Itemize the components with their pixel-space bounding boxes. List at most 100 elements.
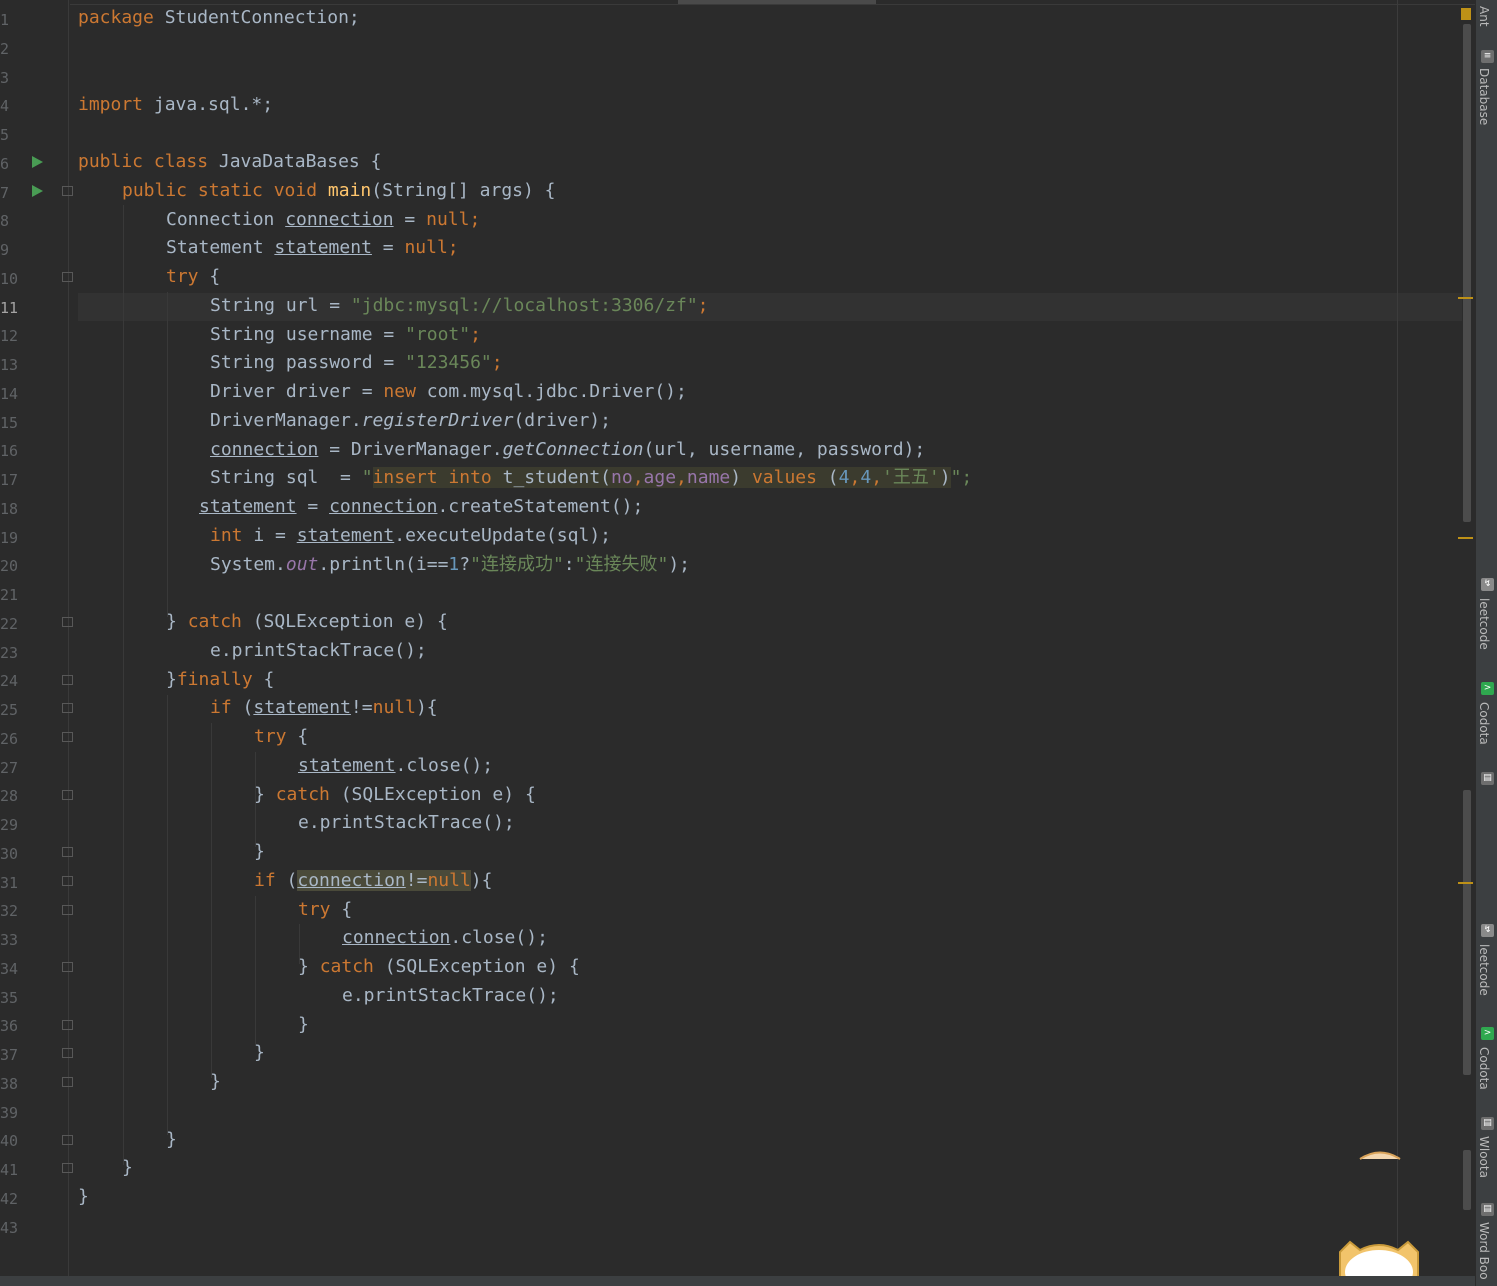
line-number[interactable]: 28 <box>0 786 20 806</box>
code-line[interactable]: DriverManager.registerDriver(driver); <box>210 407 611 435</box>
fold-marker-icon[interactable] <box>62 1077 73 1087</box>
code-line[interactable]: connection.close(); <box>342 924 548 952</box>
fold-marker-icon[interactable] <box>62 876 73 886</box>
code-line[interactable]: if (statement!=null){ <box>210 694 438 722</box>
line-number[interactable]: 10 <box>0 269 20 289</box>
code-line[interactable]: } <box>254 838 265 866</box>
code-line[interactable]: System.out.println(i==1?"连接成功":"连接失败"); <box>210 551 690 579</box>
code-line[interactable]: } <box>122 1154 133 1182</box>
tool-window-wloota[interactable]: Wloota <box>1477 1136 1491 1178</box>
code-line[interactable]: }finally { <box>166 666 274 694</box>
line-number[interactable]: 21 <box>0 585 20 605</box>
code-line[interactable]: statement.close(); <box>298 752 493 780</box>
line-number[interactable]: 2 <box>0 39 20 59</box>
code-line[interactable]: Connection connection = null; <box>166 206 480 234</box>
fold-marker-icon[interactable] <box>62 847 73 857</box>
leetcode-icon[interactable]: ↯ <box>1481 578 1494 591</box>
vertical-scrollbar-thumb[interactable] <box>1463 24 1471 522</box>
line-number[interactable]: 32 <box>0 901 20 921</box>
line-number[interactable]: 30 <box>0 844 20 864</box>
fold-marker-icon[interactable] <box>62 905 73 915</box>
tool-window-word-book[interactable]: Word Boo <box>1477 1222 1491 1280</box>
line-number[interactable]: 41 <box>0 1160 20 1180</box>
line-number[interactable]: 16 <box>0 441 20 461</box>
line-number[interactable]: 11 <box>0 298 20 318</box>
fold-marker-icon[interactable] <box>62 962 73 972</box>
codota-icon[interactable]: > <box>1481 682 1494 695</box>
code-line[interactable]: } catch (SQLException e) { <box>166 608 448 636</box>
code-line[interactable]: } <box>298 1011 309 1039</box>
line-number[interactable]: 7 <box>0 183 20 203</box>
line-number[interactable]: 19 <box>0 528 20 548</box>
line-number[interactable]: 17 <box>0 470 20 490</box>
code-line[interactable]: try { <box>166 263 220 291</box>
run-gutter-icon[interactable] <box>32 185 43 197</box>
code-line[interactable]: statement = connection.createStatement()… <box>199 493 643 521</box>
tool-window-leetcode[interactable]: leetcode <box>1477 598 1491 650</box>
line-number[interactable]: 35 <box>0 988 20 1008</box>
book-icon[interactable]: ▤ <box>1481 772 1494 785</box>
line-number[interactable]: 39 <box>0 1103 20 1123</box>
line-number[interactable]: 9 <box>0 240 20 260</box>
code-line[interactable]: package StudentConnection; <box>78 4 360 32</box>
fold-marker-icon[interactable] <box>62 617 73 627</box>
tool-window-ant[interactable]: Ant <box>1477 6 1491 27</box>
code-line[interactable]: public static void main(String[] args) { <box>122 177 556 205</box>
fold-marker-icon[interactable] <box>62 272 73 282</box>
code-line[interactable]: String password = "123456"; <box>210 349 503 377</box>
line-number[interactable]: 6 <box>0 154 20 174</box>
warning-stripe-marker[interactable] <box>1458 537 1473 539</box>
fold-marker-icon[interactable] <box>62 1135 73 1145</box>
leetcode-icon[interactable]: ↯ <box>1481 924 1494 937</box>
fold-marker-icon[interactable] <box>62 1048 73 1058</box>
code-line[interactable]: } catch (SQLException e) { <box>298 953 580 981</box>
book-icon[interactable]: ▤ <box>1481 1203 1494 1216</box>
line-number[interactable]: 42 <box>0 1189 20 1209</box>
fold-marker-icon[interactable] <box>62 186 73 196</box>
code-line[interactable]: import java.sql.*; <box>78 91 273 119</box>
code-line[interactable]: e.printStackTrace(); <box>298 809 515 837</box>
vertical-scrollbar-thumb[interactable] <box>1463 790 1471 1075</box>
line-number[interactable]: 40 <box>0 1131 20 1151</box>
code-line[interactable]: } catch (SQLException e) { <box>254 781 536 809</box>
codota-icon[interactable]: > <box>1481 1027 1494 1040</box>
code-line[interactable]: connection = DriverManager.getConnection… <box>210 436 925 464</box>
line-number[interactable]: 18 <box>0 499 20 519</box>
line-number[interactable]: 1 <box>0 10 20 30</box>
line-number[interactable]: 38 <box>0 1074 20 1094</box>
code-line[interactable]: String url = "jdbc:mysql://localhost:330… <box>210 292 709 320</box>
fold-marker-icon[interactable] <box>62 1020 73 1030</box>
line-number[interactable]: 34 <box>0 959 20 979</box>
code-line[interactable]: public class JavaDataBases { <box>78 148 381 176</box>
line-number[interactable]: 37 <box>0 1045 20 1065</box>
line-number[interactable]: 4 <box>0 96 20 116</box>
line-number[interactable]: 25 <box>0 700 20 720</box>
code-line[interactable]: } <box>166 1126 177 1154</box>
code-line[interactable]: String username = "root"; <box>210 321 481 349</box>
code-line[interactable]: try { <box>298 896 352 924</box>
code-line[interactable]: try { <box>254 723 308 751</box>
line-number[interactable]: 23 <box>0 643 20 663</box>
fold-marker-icon[interactable] <box>62 1163 73 1173</box>
code-line[interactable]: } <box>210 1068 221 1096</box>
line-number[interactable]: 33 <box>0 930 20 950</box>
line-number[interactable]: 8 <box>0 211 20 231</box>
line-number[interactable]: 29 <box>0 815 20 835</box>
line-number[interactable]: 24 <box>0 671 20 691</box>
line-number[interactable]: 5 <box>0 125 20 145</box>
line-number[interactable]: 13 <box>0 355 20 375</box>
code-line[interactable]: Statement statement = null; <box>166 234 459 262</box>
tool-window-database[interactable]: Database <box>1477 68 1491 125</box>
line-number[interactable]: 27 <box>0 758 20 778</box>
warning-indicator-icon[interactable] <box>1461 8 1471 20</box>
fold-marker-icon[interactable] <box>62 675 73 685</box>
line-number[interactable]: 31 <box>0 873 20 893</box>
tool-window-leetcode[interactable]: leetcode <box>1477 944 1491 996</box>
line-number[interactable]: 26 <box>0 729 20 749</box>
warning-stripe-marker[interactable] <box>1458 882 1473 884</box>
database-icon[interactable]: ≡ <box>1481 50 1494 63</box>
tool-window-codota[interactable]: Codota <box>1477 1047 1491 1090</box>
line-number[interactable]: 36 <box>0 1016 20 1036</box>
fold-marker-icon[interactable] <box>62 790 73 800</box>
line-number[interactable]: 15 <box>0 413 20 433</box>
